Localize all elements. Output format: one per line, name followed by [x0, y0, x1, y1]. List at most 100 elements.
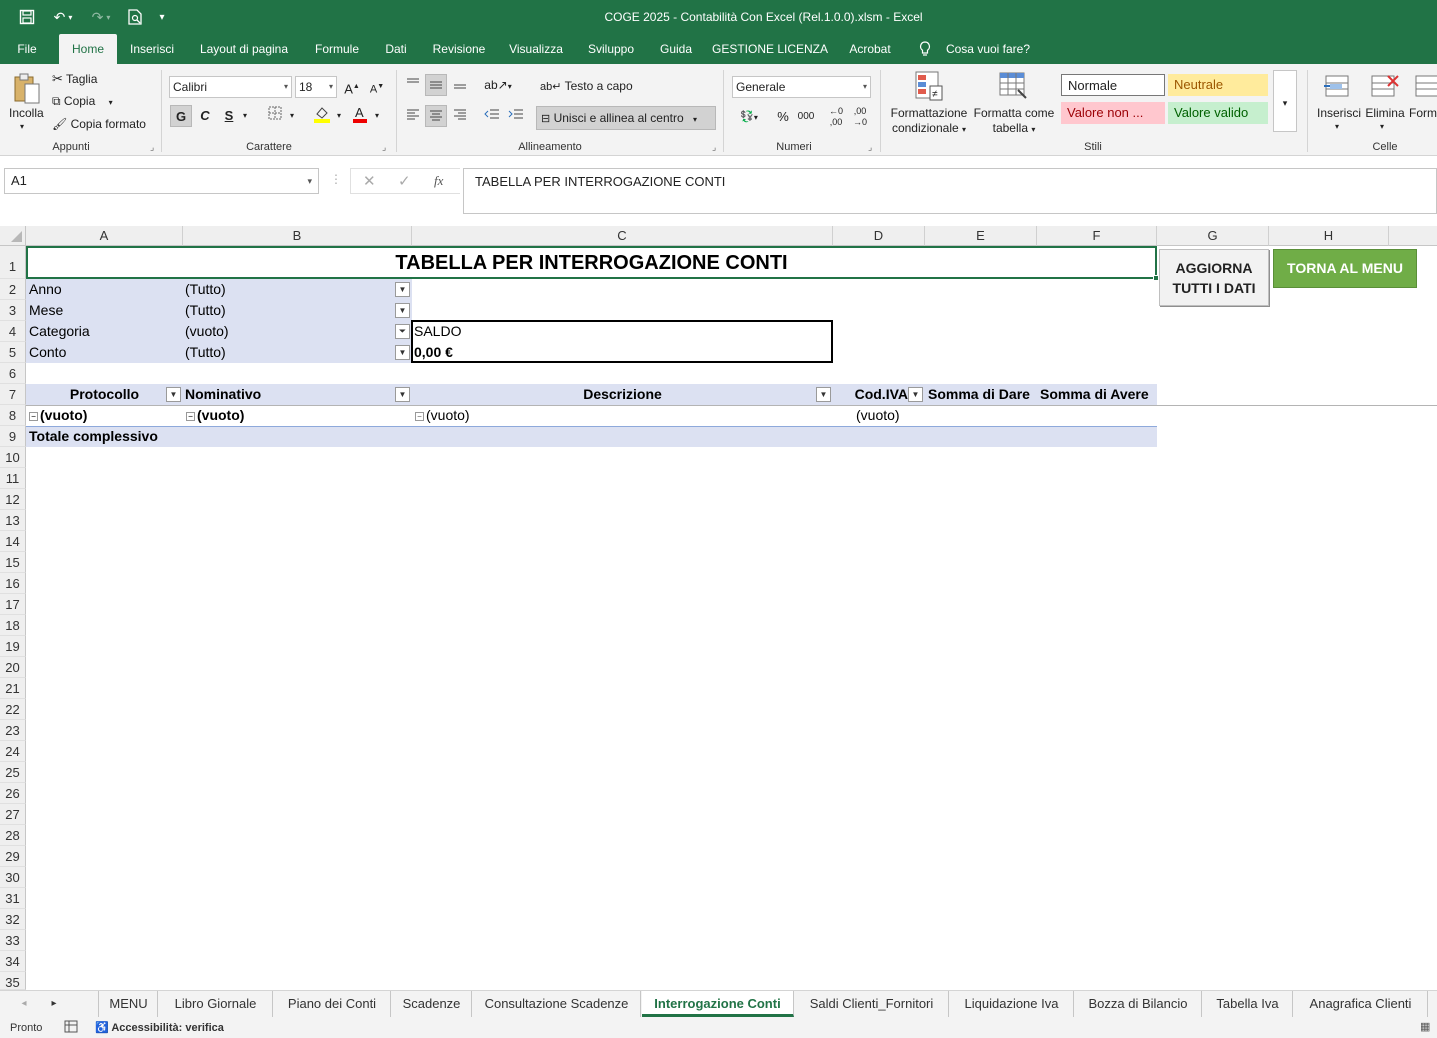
row-header-9[interactable]: 9	[0, 426, 26, 447]
refresh-all-button[interactable]: AGGIORNA TUTTI I DATI	[1159, 249, 1269, 306]
row-header-17[interactable]: 17	[0, 594, 26, 615]
align-bottom-icon[interactable]	[450, 74, 470, 96]
cancel-icon[interactable]: ✕	[363, 172, 376, 190]
tab-gestione-licenza[interactable]: GESTIONE LICENZA	[710, 34, 830, 64]
row-header-14[interactable]: 14	[0, 531, 26, 552]
tab-inserisci[interactable]: Inserisci	[124, 34, 180, 64]
row-header-4[interactable]: 4	[0, 321, 26, 342]
borders-icon[interactable]	[265, 105, 285, 127]
row-header-32[interactable]: 32	[0, 909, 26, 930]
tab-acrobat[interactable]: Acrobat	[842, 34, 898, 64]
dialog-launcher-icon[interactable]: ⌟	[712, 142, 716, 153]
row-header-3[interactable]: 3	[0, 300, 26, 321]
grow-font-icon[interactable]: A▲	[343, 76, 361, 98]
sheet-tab-saldi-clienti-fornitori[interactable]: Saldi Clienti_Fornitori	[795, 991, 949, 1017]
row-header-29[interactable]: 29	[0, 846, 26, 867]
filter-dropdown-icon[interactable]: ▼	[395, 303, 410, 318]
filter-value-mese[interactable]: (Tutto)	[182, 300, 392, 321]
sheet-tab-libro-giornale[interactable]: Libro Giornale	[159, 991, 273, 1017]
row-header-5[interactable]: 5	[0, 342, 26, 363]
format-as-table-button[interactable]: Formatta come tabella ▾	[972, 106, 1056, 137]
row-header-27[interactable]: 27	[0, 804, 26, 825]
column-header-g[interactable]: G	[1157, 226, 1269, 246]
pivot-cell-nominativo[interactable]: − (vuoto)	[183, 405, 412, 426]
row-header-7[interactable]: 7	[0, 384, 26, 405]
row-header-10[interactable]: 10	[0, 447, 26, 468]
decrease-decimal-icon[interactable]: ,00 →0	[850, 106, 870, 128]
sheet-tab-interrogazione-conti[interactable]: Interrogazione Conti	[642, 991, 794, 1017]
cut-button[interactable]: ✂ Taglia	[52, 71, 97, 87]
filter-dropdown-icon[interactable]: ▼	[908, 387, 923, 402]
align-middle-icon[interactable]	[425, 74, 447, 96]
copy-button[interactable]: ⧉ Copia ▾	[52, 94, 113, 109]
styles-gallery-more[interactable]: ▾	[1273, 70, 1297, 132]
filter-applied-icon[interactable]: ⏷	[395, 324, 410, 339]
insert-function-icon[interactable]: fx	[434, 173, 443, 189]
name-box[interactable]: A1 ▾	[4, 168, 319, 194]
delete-cells-icon[interactable]	[1370, 72, 1400, 103]
row-header-30[interactable]: 30	[0, 867, 26, 888]
borders-dropdown-icon[interactable]: ▾	[287, 105, 297, 127]
thousands-separator-icon[interactable]: 000	[796, 106, 816, 128]
bold-button[interactable]: G	[170, 105, 192, 127]
row-header-33[interactable]: 33	[0, 930, 26, 951]
font-color-icon[interactable]: A	[350, 105, 370, 127]
column-header-e[interactable]: E	[925, 226, 1037, 246]
merge-center-button[interactable]: ⊟ Unisci e allinea al centro ▾	[536, 106, 716, 130]
column-header-i[interactable]	[1389, 226, 1437, 246]
sheet-tab-scadenze[interactable]: Scadenze	[392, 991, 472, 1017]
row-header-1[interactable]: 1	[0, 246, 26, 279]
column-header-b[interactable]: B	[183, 226, 412, 246]
paste-dropdown-icon[interactable]: ▾	[20, 122, 24, 131]
accessibility-status[interactable]: ♿ Accessibilità: verifica	[95, 1021, 224, 1034]
row-header-24[interactable]: 24	[0, 741, 26, 762]
underline-button[interactable]: S	[220, 105, 238, 127]
filter-dropdown-icon[interactable]: ▼	[395, 345, 410, 360]
paste-button[interactable]: Incolla	[9, 106, 44, 120]
align-left-icon[interactable]	[403, 105, 423, 127]
insert-cells-icon[interactable]	[1324, 72, 1352, 103]
row-header-16[interactable]: 16	[0, 573, 26, 594]
row-header-21[interactable]: 21	[0, 678, 26, 699]
merge-dropdown-icon[interactable]: ▾	[693, 115, 697, 124]
row-header-6[interactable]: 6	[0, 363, 26, 384]
percent-icon[interactable]: %	[774, 106, 792, 128]
scroll-left-icon[interactable]: ◂	[14, 991, 34, 1017]
insert-cells-button[interactable]: Inserisci	[1317, 106, 1361, 120]
copy-dropdown-icon[interactable]: ▾	[109, 98, 113, 107]
pivot-cell-descrizione[interactable]: − (vuoto)	[412, 405, 833, 426]
align-top-icon[interactable]	[403, 74, 423, 96]
tab-home[interactable]: Home	[59, 34, 117, 64]
delete-cells-button[interactable]: Elimina	[1363, 106, 1407, 120]
dialog-launcher-icon[interactable]: ⌟	[868, 142, 872, 153]
filter-dropdown-icon[interactable]: ▼	[166, 387, 181, 402]
decrease-indent-icon[interactable]	[482, 105, 502, 127]
style-bad[interactable]: Valore non ...	[1061, 102, 1165, 124]
tab-sviluppo[interactable]: Sviluppo	[580, 34, 642, 64]
macro-record-icon[interactable]	[64, 1020, 78, 1036]
format-painter-button[interactable]: 🖌 Copia formato	[52, 117, 146, 131]
row-header-22[interactable]: 22	[0, 699, 26, 720]
row-header-8[interactable]: 8	[0, 405, 26, 426]
chevron-down-icon[interactable]: ▾	[1380, 122, 1384, 131]
style-normal[interactable]: Normale	[1061, 74, 1165, 96]
formula-input[interactable]: TABELLA PER INTERROGAZIONE CONTI	[463, 168, 1437, 214]
italic-button[interactable]: C	[196, 105, 214, 127]
number-format-combo[interactable]: Generale ▾	[732, 76, 871, 98]
collapse-icon[interactable]: −	[186, 411, 195, 421]
tab-file[interactable]: File	[8, 34, 46, 64]
row-header-34[interactable]: 34	[0, 951, 26, 972]
chevron-down-icon[interactable]: ▾	[1335, 122, 1339, 131]
filter-value-categoria[interactable]: (vuoto)	[182, 321, 392, 342]
row-header-13[interactable]: 13	[0, 510, 26, 531]
tab-revisione[interactable]: Revisione	[426, 34, 492, 64]
underline-dropdown-icon[interactable]: ▾	[240, 105, 250, 127]
chevron-down-icon[interactable]: ▾	[307, 169, 312, 193]
dialog-launcher-icon[interactable]: ⌟	[382, 142, 386, 153]
orientation-icon[interactable]: ab↗▾	[482, 74, 514, 96]
select-all-corner[interactable]	[0, 226, 26, 246]
row-header-28[interactable]: 28	[0, 825, 26, 846]
view-mode-icon[interactable]: ▦	[1420, 1020, 1430, 1033]
row-header-12[interactable]: 12	[0, 489, 26, 510]
accounting-format-icon[interactable]: 💱▾	[734, 106, 764, 128]
